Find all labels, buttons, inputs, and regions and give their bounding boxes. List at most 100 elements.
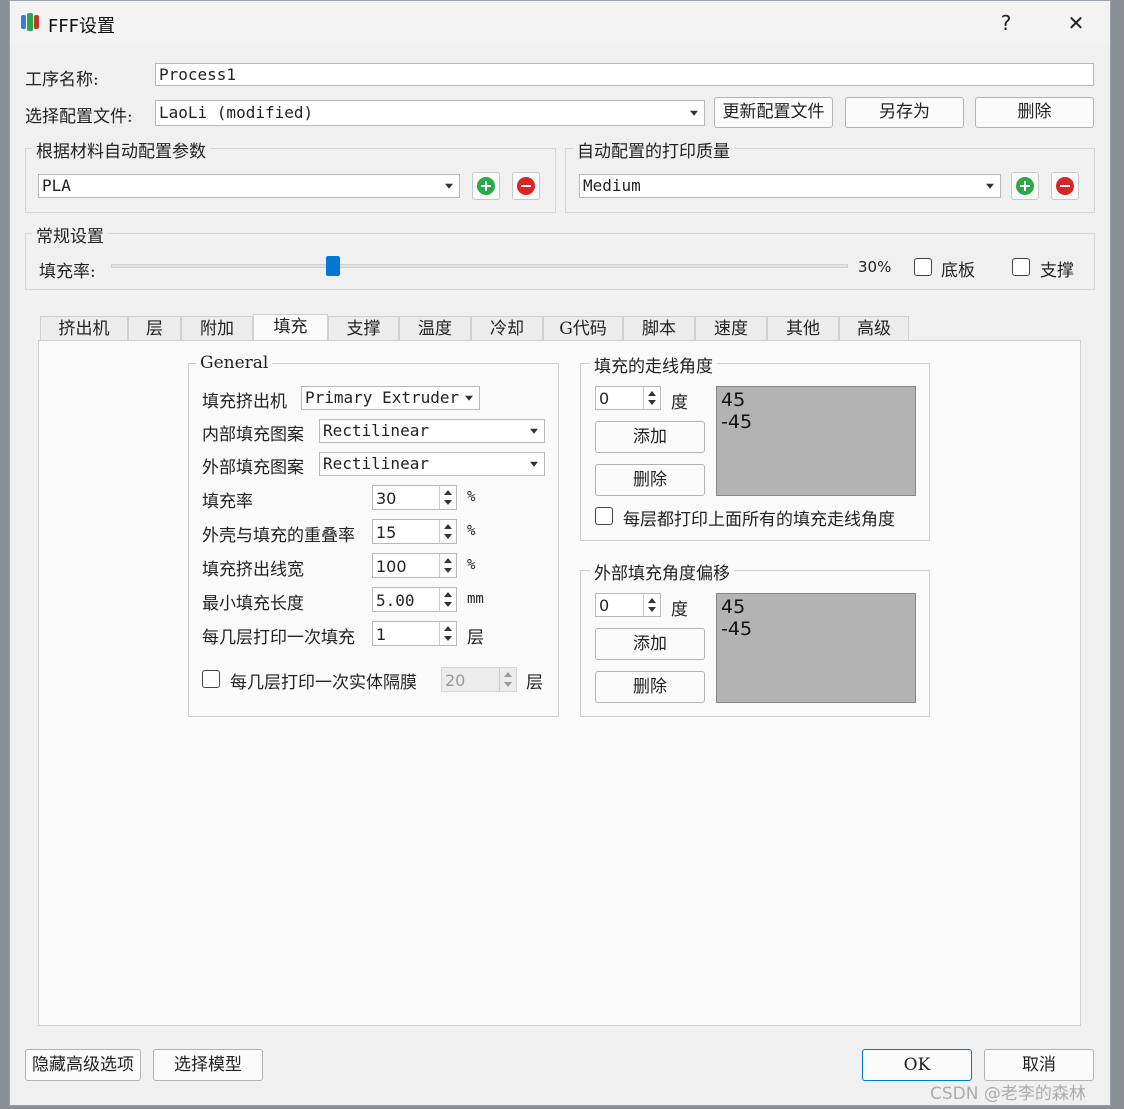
overlap-value: 15: [376, 523, 397, 542]
remove-quality-button[interactable]: [1051, 172, 1079, 200]
arrow-down-icon[interactable]: [444, 636, 452, 641]
list-item[interactable]: 45: [721, 389, 911, 411]
tab-7[interactable]: G代码: [543, 316, 623, 341]
fill-angle-unit: 度: [671, 393, 688, 413]
fill-angle-spinbox[interactable]: 0: [595, 386, 661, 410]
overlap-spinbox[interactable]: 15: [372, 519, 457, 544]
profile-combo[interactable]: LaoLi (modified): [155, 100, 705, 126]
remove-material-button[interactable]: [512, 172, 540, 200]
tab-1[interactable]: 层: [128, 316, 181, 341]
process-name-input[interactable]: Process1: [155, 63, 1094, 86]
fill-general-title: General: [196, 353, 273, 373]
fill-rate-unit: %: [467, 489, 476, 505]
update-profile-button[interactable]: 更新配置文件: [714, 97, 833, 128]
extrusion-width-spinbox[interactable]: 100: [372, 553, 457, 578]
exterior-offset-unit: 度: [671, 600, 688, 620]
arrow-down-icon[interactable]: [648, 607, 656, 612]
fill-extruder-label: 填充挤出机: [202, 392, 287, 412]
overlap-unit: %: [467, 523, 476, 539]
exterior-pattern-combo[interactable]: Rectilinear: [319, 452, 545, 476]
arrow-up-icon[interactable]: [648, 598, 656, 603]
arrow-down-icon: [504, 682, 512, 687]
infill-every-unit: 层: [467, 628, 484, 648]
tab-8[interactable]: 脚本: [623, 316, 695, 341]
infill-slider-handle[interactable]: [326, 256, 340, 276]
arrow-down-icon[interactable]: [648, 400, 656, 405]
all-layers-label: 每层都打印上面所有的填充走线角度: [623, 510, 895, 530]
tab-2[interactable]: 附加: [181, 316, 253, 341]
tab-5[interactable]: 温度: [399, 316, 471, 341]
tab-6[interactable]: 冷却: [471, 316, 543, 341]
select-model-button[interactable]: 选择模型: [153, 1049, 263, 1081]
close-button[interactable]: ✕: [1056, 9, 1096, 37]
add-material-button[interactable]: [472, 172, 500, 200]
arrow-up-icon[interactable]: [444, 524, 452, 529]
arrow-down-icon[interactable]: [444, 602, 452, 607]
profile-label: 选择配置文件:: [25, 107, 133, 127]
arrow-up-icon: [504, 672, 512, 677]
exterior-offset-spinbox[interactable]: 0: [595, 593, 661, 617]
arrow-up-icon[interactable]: [648, 391, 656, 396]
arrow-up-icon[interactable]: [444, 592, 452, 597]
tab-9[interactable]: 速度: [695, 316, 767, 341]
tab-3[interactable]: 填充: [253, 314, 328, 341]
tab-4[interactable]: 支撑: [328, 316, 399, 341]
material-combo-value: PLA: [42, 176, 71, 195]
infill-rate-value: 30%: [858, 258, 892, 276]
arrow-down-icon[interactable]: [444, 534, 452, 539]
list-item[interactable]: 45: [721, 596, 911, 618]
arrow-up-icon[interactable]: [444, 490, 452, 495]
raft-checkbox[interactable]: [914, 258, 932, 276]
list-item[interactable]: -45: [721, 411, 911, 433]
fill-rate-spinbox[interactable]: 30: [372, 485, 457, 510]
exterior-offset-delete-button[interactable]: 删除: [595, 671, 705, 703]
min-length-value: 5.00: [376, 591, 415, 610]
fill-rate-label: 填充率: [202, 492, 253, 512]
tab-10[interactable]: 其他: [767, 316, 839, 341]
solid-infill-unit: 层: [526, 673, 543, 693]
infill-slider-track[interactable]: [111, 256, 848, 276]
quality-combo[interactable]: Medium: [579, 174, 1001, 198]
exterior-pattern-label: 外部填充图案: [202, 458, 304, 478]
fill-angle-delete-button[interactable]: 删除: [595, 464, 705, 496]
arrow-up-icon[interactable]: [444, 626, 452, 631]
interior-pattern-combo[interactable]: Rectilinear: [319, 419, 545, 443]
add-quality-button[interactable]: [1011, 172, 1039, 200]
all-layers-checkbox[interactable]: [595, 507, 613, 525]
help-button[interactable]: ?: [986, 9, 1026, 37]
cancel-button[interactable]: 取消: [984, 1049, 1094, 1081]
infill-rate-label: 填充率:: [39, 262, 96, 282]
min-length-spinbox[interactable]: 5.00: [372, 587, 457, 612]
ok-button[interactable]: OK: [862, 1049, 972, 1081]
solid-infill-value: 20: [445, 671, 466, 690]
delete-profile-button[interactable]: 删除: [975, 97, 1094, 128]
tab-0[interactable]: 挤出机: [40, 316, 128, 341]
list-item[interactable]: -45: [721, 618, 911, 640]
solid-infill-checkbox[interactable]: [202, 670, 220, 688]
hide-advanced-button[interactable]: 隐藏高级选项: [25, 1049, 141, 1081]
chevron-down-icon: [445, 183, 453, 189]
infill-every-label: 每几层打印一次填充: [202, 628, 355, 648]
fill-angle-list[interactable]: 45 -45: [716, 386, 916, 496]
chevron-down-icon: [465, 395, 473, 401]
save-as-button[interactable]: 另存为: [845, 97, 964, 128]
interior-pattern-value: Rectilinear: [323, 421, 429, 440]
exterior-offset-value: 0: [599, 596, 610, 615]
infill-every-spinbox[interactable]: 1: [372, 621, 457, 646]
min-length-label: 最小填充长度: [202, 594, 304, 614]
minus-icon: [517, 177, 535, 195]
exterior-offset-add-button[interactable]: 添加: [595, 628, 705, 660]
chevron-down-icon: [530, 461, 538, 467]
arrow-down-icon[interactable]: [444, 568, 452, 573]
app-icon: [21, 13, 39, 31]
support-checkbox[interactable]: [1012, 258, 1030, 276]
arrow-down-icon[interactable]: [444, 500, 452, 505]
chevron-down-icon: [530, 428, 538, 434]
tab-11[interactable]: 高级: [839, 316, 909, 341]
exterior-offset-list[interactable]: 45 -45: [716, 593, 916, 703]
fill-angle-add-button[interactable]: 添加: [595, 421, 705, 453]
general-settings-group: [25, 233, 1095, 290]
material-combo[interactable]: PLA: [38, 174, 460, 198]
fill-extruder-combo[interactable]: Primary Extruder: [301, 386, 480, 410]
arrow-up-icon[interactable]: [444, 558, 452, 563]
